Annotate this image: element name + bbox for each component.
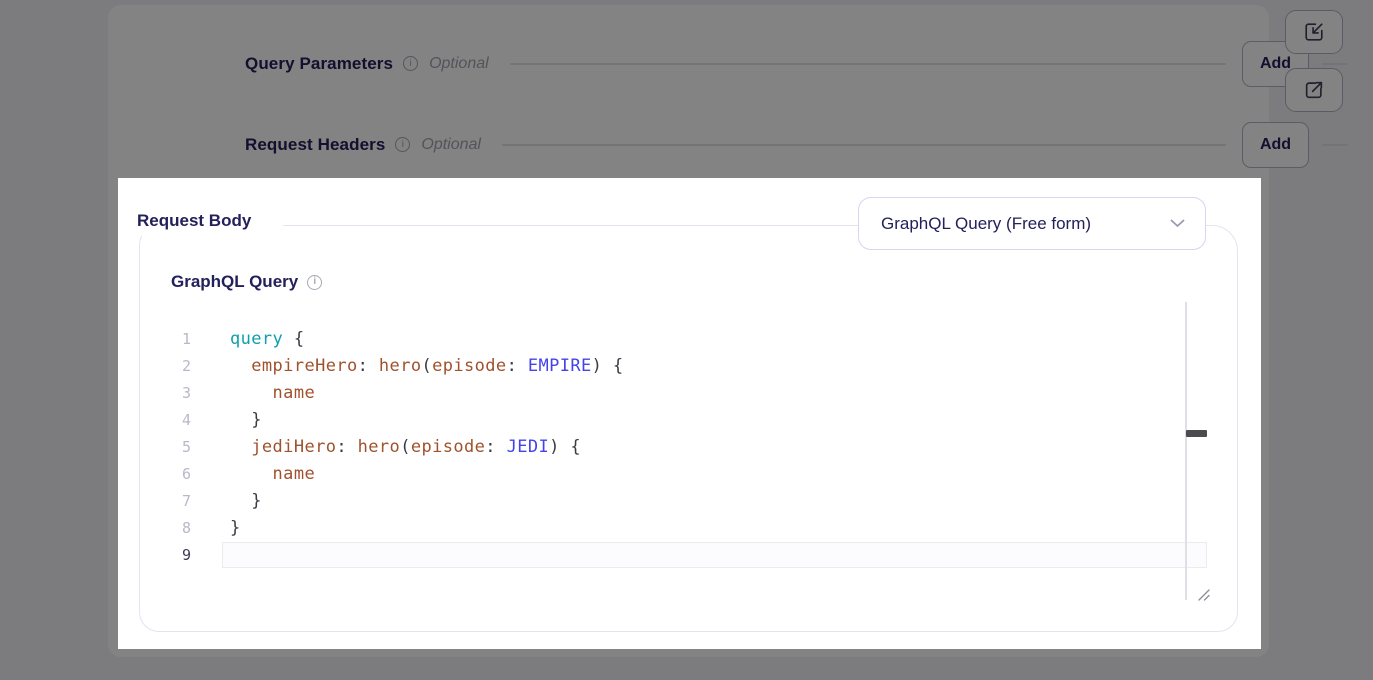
code-line: name [230, 461, 624, 488]
graphql-query-label-row: GraphQL Query [171, 269, 322, 295]
resize-grip-icon[interactable] [1195, 586, 1211, 602]
info-icon[interactable] [307, 275, 322, 290]
line-number: 8 [150, 515, 191, 542]
section-title: Request Headers [245, 135, 385, 155]
line-number: 3 [150, 380, 191, 407]
code-line: empireHero: hero(episode: EMPIRE) { [230, 353, 624, 380]
code-line: name [230, 380, 624, 407]
open-new-window-button[interactable] [1285, 68, 1343, 112]
section-query-parameters: Query Parameters Optional Add [245, 40, 1348, 87]
graphql-query-label: GraphQL Query [171, 272, 298, 292]
code-line: } [230, 488, 624, 515]
code-line: } [230, 407, 624, 434]
section-divider [502, 144, 1226, 146]
chevron-down-icon [1170, 219, 1185, 228]
line-number: 4 [150, 407, 191, 434]
info-icon[interactable] [395, 137, 410, 152]
collapse-editor-button[interactable] [1285, 10, 1343, 54]
section-divider-end [1322, 144, 1348, 146]
add-request-header-button[interactable]: Add [1242, 122, 1309, 168]
section-title: Query Parameters [245, 54, 393, 74]
line-number: 7 [150, 488, 191, 515]
editor-gutter: 123456789 [150, 326, 191, 569]
optional-label: Optional [429, 55, 489, 73]
editor-code[interactable]: query { empireHero: hero(episode: EMPIRE… [230, 326, 624, 569]
body-type-selected-value: GraphQL Query (Free form) [881, 214, 1091, 234]
line-number: 5 [150, 434, 191, 461]
line-number: 1 [150, 326, 191, 353]
info-icon[interactable] [403, 56, 418, 71]
editor-scrollbar-thumb[interactable] [1186, 430, 1207, 437]
body-type-select[interactable]: GraphQL Query (Free form) [858, 197, 1206, 250]
line-number: 6 [150, 461, 191, 488]
collapse-editor-icon [1303, 21, 1325, 43]
code-line [230, 542, 624, 569]
section-divider [510, 63, 1226, 65]
open-in-new-window-icon [1303, 79, 1325, 101]
code-line: } [230, 515, 624, 542]
section-request-headers: Request Headers Optional Add [245, 121, 1348, 168]
optional-label: Optional [421, 136, 481, 154]
line-number: 9 [150, 542, 191, 569]
request-body-title: Request Body [137, 206, 283, 236]
app-canvas: Query Parameters Optional Add Request He… [0, 0, 1373, 680]
section-divider-end [1322, 63, 1348, 65]
editor-scrollbar-track [1185, 302, 1187, 600]
code-line: jediHero: hero(episode: JEDI) { [230, 434, 624, 461]
line-number: 2 [150, 353, 191, 380]
code-line: query { [230, 326, 624, 353]
